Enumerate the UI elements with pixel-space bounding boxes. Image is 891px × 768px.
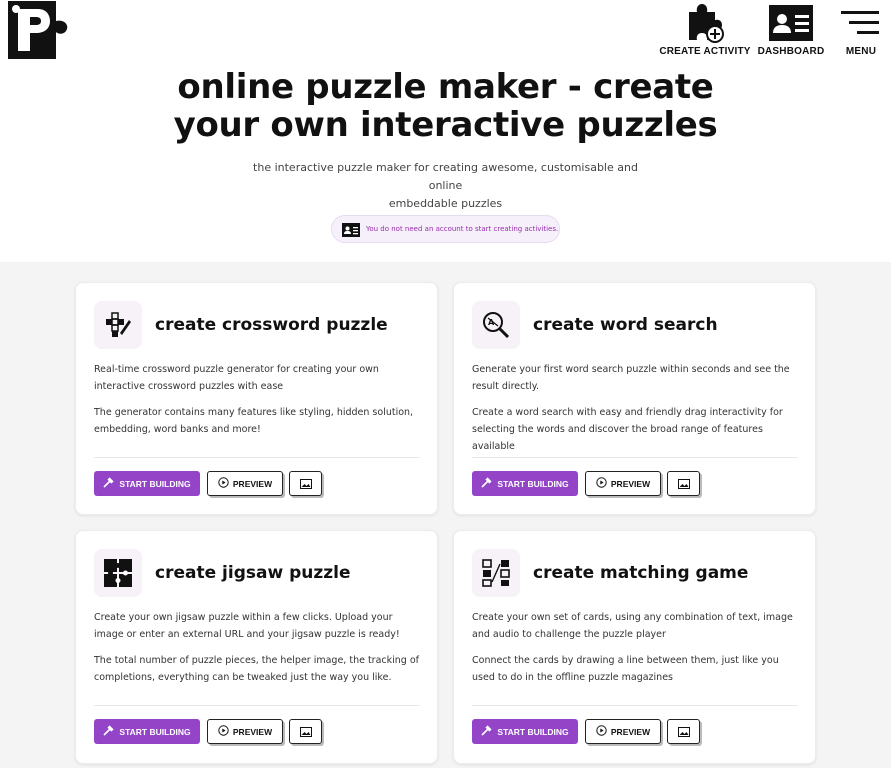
start-building-label: START BUILDING [497, 478, 569, 489]
page-title: online puzzle maker - create your own in… [150, 68, 741, 144]
image-preview-button[interactable] [289, 471, 322, 496]
page-title-line-1: online puzzle maker - create [177, 67, 714, 107]
play-circle-icon [218, 725, 229, 738]
start-building-button[interactable]: START BUILDING [94, 471, 200, 496]
card-description-1: Generate your first word search puzzle w… [472, 364, 790, 392]
image-preview-button[interactable] [667, 719, 700, 744]
preview-button[interactable]: PREVIEW [585, 719, 661, 744]
id-card-icon [769, 2, 813, 44]
hero-subtitle: the interactive puzzle maker for creatin… [250, 159, 641, 213]
card-description-2: Connect the cards by drawing a line betw… [472, 655, 779, 683]
card-description-2: Create a word search with easy and frien… [472, 407, 783, 452]
card-title: create word search [533, 315, 718, 335]
divider [94, 457, 420, 458]
start-building-label: START BUILDING [119, 478, 191, 489]
image-icon [677, 474, 690, 493]
start-building-label: START BUILDING [497, 726, 569, 737]
hamburger-menu-icon [841, 2, 881, 44]
page-title-line-2: your own interactive puzzles [173, 105, 718, 145]
card-title: create matching game [533, 563, 749, 583]
nav-create-activity[interactable]: CREATE ACTIVITY [659, 2, 751, 57]
image-icon [299, 722, 312, 741]
preview-label: PREVIEW [232, 726, 273, 737]
start-building-button[interactable]: START BUILDING [472, 471, 578, 496]
preview-label: PREVIEW [232, 478, 273, 489]
hero-subtitle-line-1: the interactive puzzle maker for creatin… [253, 161, 638, 192]
crossword-icon [94, 301, 142, 349]
card-title: create jigsaw puzzle [155, 563, 351, 583]
puzzle-add-icon [685, 2, 725, 44]
start-building-label: START BUILDING [119, 726, 191, 737]
hammer-icon [103, 477, 114, 490]
nav-menu-label: MENU [845, 46, 877, 57]
image-preview-button[interactable] [667, 471, 700, 496]
card-description-1: Create your own set of cards, using any … [472, 612, 793, 640]
nav-create-label: CREATE ACTIVITY [659, 46, 751, 57]
jigsaw-icon [94, 549, 142, 597]
card-matching-game: create matching game Create your own set… [453, 530, 816, 764]
nav-menu[interactable]: MENU [838, 2, 884, 57]
hammer-icon [103, 725, 114, 738]
card-title: create crossword puzzle [155, 315, 388, 335]
card-word-search: A create word search Generate your first… [453, 282, 816, 515]
hero-subtitle-line-2: embeddable puzzles [388, 197, 503, 210]
no-account-notice: You do not need an account to start crea… [331, 215, 560, 243]
site-header: CREATE ACTIVITY DASHBOARD MENU [0, 0, 891, 66]
card-description-2: The generator contains many features lik… [94, 407, 414, 435]
play-circle-icon [596, 725, 607, 738]
hero-section: online puzzle maker - create your own in… [0, 66, 891, 262]
notice-text: You do not need an account to start crea… [366, 225, 559, 233]
word-search-icon: A [472, 301, 520, 349]
play-circle-icon [218, 477, 229, 490]
preview-button[interactable]: PREVIEW [207, 471, 283, 496]
play-circle-icon [596, 477, 607, 490]
image-icon [299, 474, 312, 493]
hammer-icon [481, 477, 492, 490]
divider [472, 457, 798, 458]
divider [94, 705, 420, 706]
start-building-button[interactable]: START BUILDING [94, 719, 200, 744]
image-icon [677, 722, 690, 741]
start-building-button[interactable]: START BUILDING [472, 719, 578, 744]
card-description-2: The total number of puzzle pieces, the h… [94, 655, 420, 683]
image-preview-button[interactable] [289, 719, 322, 744]
divider [472, 705, 798, 706]
hammer-icon [481, 725, 492, 738]
puzzle-cards-section: create crossword puzzle Real-time crossw… [0, 262, 891, 768]
id-card-icon [342, 222, 360, 237]
matching-game-icon [472, 549, 520, 597]
card-description-1: Real-time crossword puzzle generator for… [94, 364, 379, 392]
preview-label: PREVIEW [610, 726, 651, 737]
preview-label: PREVIEW [610, 478, 651, 489]
card-crossword: create crossword puzzle Real-time crossw… [75, 282, 438, 515]
nav-dashboard-label: DASHBOARD [757, 46, 825, 57]
preview-button[interactable]: PREVIEW [585, 471, 661, 496]
card-jigsaw: create jigsaw puzzle Create your own jig… [75, 530, 438, 764]
card-description-1: Create your own jigsaw puzzle within a f… [94, 612, 400, 640]
preview-button[interactable]: PREVIEW [207, 719, 283, 744]
logo-icon[interactable] [8, 1, 68, 59]
nav-dashboard[interactable]: DASHBOARD [758, 2, 824, 57]
